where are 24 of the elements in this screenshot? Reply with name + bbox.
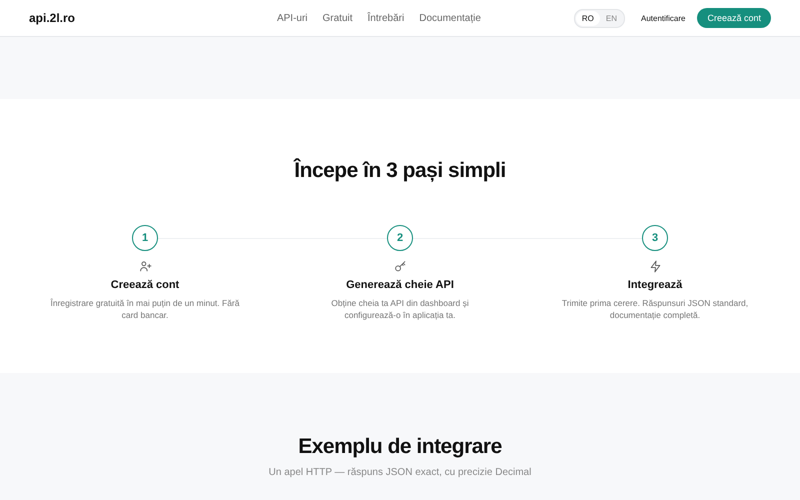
logo[interactable]: api.2l.ro <box>29 11 209 25</box>
step-number: 1 <box>132 225 158 251</box>
nav-link[interactable]: Întrebări <box>368 12 404 24</box>
language-option[interactable]: RO <box>576 10 600 26</box>
section-title: Exemplu de integrare <box>297 435 503 459</box>
signup-button[interactable]: Creează cont <box>697 8 771 28</box>
login-link[interactable]: Autentificare <box>641 14 686 22</box>
step-description: Trimite prima cerere. Răspunsuri JSON standard, documentație completă. <box>560 297 750 321</box>
section-subtitle: Un apel HTTP — răspuns JSON exact, cu precizie Decimal <box>268 467 532 478</box>
step-number: 3 <box>642 225 668 251</box>
step-number: 2 <box>387 225 413 251</box>
language-option[interactable]: EN <box>600 10 623 26</box>
step-description: Înregistrare gratuită în mai puțin de un minut. Fără card bancar. <box>50 297 240 321</box>
step-title: Creează cont <box>110 279 180 291</box>
nav-link[interactable]: Documentație <box>419 12 481 24</box>
step-title: Generează cheie API <box>346 279 454 291</box>
section-title: Începe în 3 pași simpli <box>292 159 507 183</box>
step-description: Obține cheia ta API din dashboard și configurează-o în aplicația ta. <box>330 297 470 321</box>
step-title: Integrează <box>628 279 682 291</box>
nav-link[interactable]: Gratuit <box>322 12 353 24</box>
lightning-icon <box>648 260 662 273</box>
user-plus-icon <box>138 260 152 273</box>
nav-link[interactable]: API-uri <box>276 12 308 24</box>
key-icon <box>394 260 406 273</box>
